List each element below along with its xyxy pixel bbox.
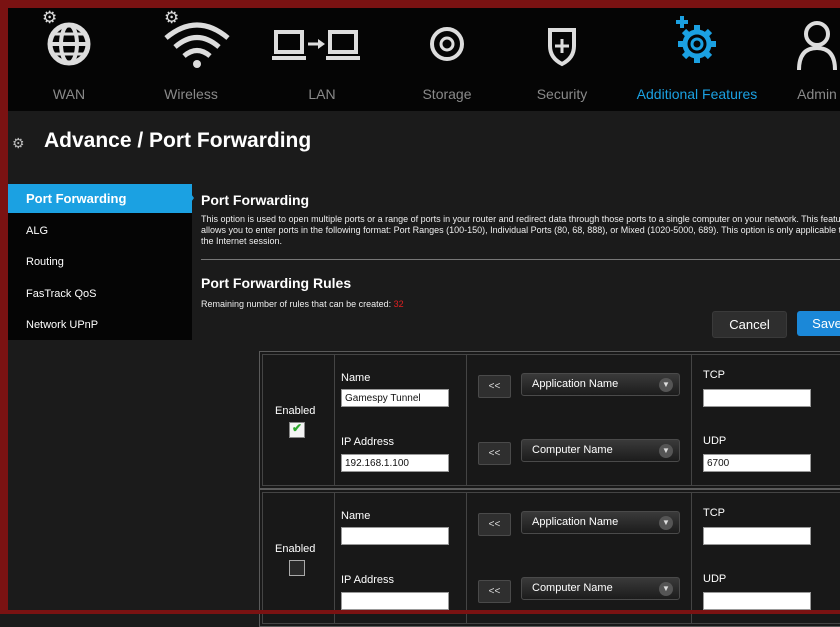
- nav-item-lan[interactable]: LAN: [252, 8, 392, 111]
- enabled-label: Enabled: [275, 543, 316, 555]
- computer-name-dropdown[interactable]: Computer Name ▼: [521, 577, 680, 600]
- nav-item-additional-features[interactable]: Additional Features: [622, 8, 772, 111]
- save-button[interactable]: Save: [797, 311, 840, 336]
- tcp-input[interactable]: [703, 527, 811, 545]
- checkmark-icon: ✔: [291, 421, 303, 435]
- column-divider: [691, 355, 692, 485]
- nav-item-storage[interactable]: Storage: [392, 8, 502, 111]
- copy-application-name-button[interactable]: <<: [478, 513, 511, 536]
- window-frame-top: [0, 0, 840, 8]
- remaining-rules-label: Remaining number of rules that can be cr…: [201, 299, 392, 309]
- nav-item-wireless[interactable]: ⚙ Wireless: [130, 8, 252, 111]
- ip-address-label: IP Address: [341, 574, 394, 586]
- section-description: This option is used to open multiple por…: [201, 214, 840, 246]
- tcp-label: TCP: [703, 369, 725, 381]
- application-name-dropdown[interactable]: Application Name ▼: [521, 373, 680, 396]
- nav-label-security: Security: [536, 86, 588, 102]
- settings-gear-icon: ⚙: [12, 135, 25, 151]
- page-title-bar: ⚙ Advance / Port Forwarding: [8, 111, 840, 171]
- window-frame-bottom: [0, 610, 840, 614]
- lan-icon: [252, 14, 392, 72]
- name-input[interactable]: [341, 527, 449, 545]
- tcp-label: TCP: [703, 507, 725, 519]
- sidebar-item-network-upnp[interactable]: Network UPnP: [8, 310, 192, 340]
- sidebar-item-label: Port Forwarding: [26, 191, 127, 206]
- storage-icon: [392, 14, 502, 72]
- sidebar-item-label: Network UPnP: [26, 319, 99, 331]
- ip-address-input[interactable]: [341, 592, 449, 610]
- copy-computer-name-button[interactable]: <<: [478, 580, 511, 603]
- nav-label-admin: Admin: [797, 86, 837, 102]
- person-icon: [772, 14, 840, 72]
- chevron-down-icon: ▼: [659, 378, 673, 392]
- nav-item-wan[interactable]: ⚙ WAN: [8, 8, 130, 111]
- sidebar-active-arrow: [184, 184, 194, 212]
- udp-input[interactable]: [703, 592, 811, 610]
- name-label: Name: [341, 510, 371, 522]
- rules-heading: Port Forwarding Rules: [201, 275, 352, 291]
- nav-label-additional-features: Additional Features: [636, 86, 758, 102]
- globe-icon: [8, 14, 130, 72]
- ip-address-input[interactable]: 192.168.1.100: [341, 454, 449, 472]
- name-input[interactable]: Gamespy Tunnel: [341, 389, 449, 407]
- sidebar-item-label: FasTrack QoS: [26, 288, 97, 300]
- small-gear-icon: ⚙: [164, 8, 180, 27]
- cancel-button[interactable]: Cancel: [712, 311, 787, 338]
- remaining-rules-count: 32: [393, 299, 404, 309]
- column-divider: [691, 493, 692, 623]
- application-name-dropdown[interactable]: Application Name ▼: [521, 511, 680, 534]
- section-heading: Port Forwarding: [201, 192, 310, 208]
- enabled-checkbox[interactable]: ✔: [289, 421, 305, 438]
- nav-label-storage: Storage: [422, 86, 472, 102]
- sidebar-item-fastrack-qos[interactable]: FasTrack QoS: [8, 279, 192, 309]
- enabled-label: Enabled: [275, 405, 316, 417]
- section-divider: [201, 259, 840, 260]
- sidebar-item-port-forwarding[interactable]: Port Forwarding: [8, 184, 192, 213]
- sidebar-item-label: ALG: [26, 225, 49, 237]
- window-frame-left: [0, 0, 8, 614]
- top-navigation: ⚙ WAN ⚙ Wireless LAN Storage Security Ad…: [8, 8, 840, 111]
- column-divider: [334, 355, 335, 485]
- remaining-rules-text: Remaining number of rules that can be cr…: [201, 299, 404, 309]
- gear-icon: [622, 14, 772, 72]
- udp-label: UDP: [703, 573, 727, 585]
- small-gear-icon: ⚙: [42, 8, 58, 27]
- sidebar-item-label: Routing: [26, 256, 64, 268]
- ip-address-label: IP Address: [341, 436, 394, 448]
- rule-inner-border: Enabled ✔ Name Gamespy Tunnel IP Address…: [262, 354, 840, 486]
- chevron-down-icon: ▼: [659, 582, 673, 596]
- nav-label-lan: LAN: [308, 86, 336, 102]
- chevron-down-icon: ▼: [659, 516, 673, 530]
- dropdown-value: Computer Name: [532, 444, 613, 456]
- udp-input[interactable]: 6700: [703, 454, 811, 472]
- rule-inner-border: Enabled Name IP Address << Application N…: [262, 492, 840, 624]
- name-label: Name: [341, 372, 371, 384]
- column-divider: [466, 493, 467, 623]
- nav-item-admin[interactable]: Admin: [772, 8, 840, 111]
- port-forwarding-rule: Enabled Name IP Address << Application N…: [259, 489, 840, 627]
- dropdown-value: Computer Name: [532, 582, 613, 594]
- dropdown-value: Application Name: [532, 516, 619, 528]
- nav-label-wireless: Wireless: [164, 86, 218, 102]
- tcp-input[interactable]: [703, 389, 811, 407]
- sidebar-item-routing[interactable]: Routing: [8, 247, 192, 277]
- copy-application-name-button[interactable]: <<: [478, 375, 511, 398]
- column-divider: [466, 355, 467, 485]
- copy-computer-name-button[interactable]: <<: [478, 442, 511, 465]
- sidebar: Port Forwarding ALG Routing FasTrack QoS…: [8, 184, 192, 340]
- computer-name-dropdown[interactable]: Computer Name ▼: [521, 439, 680, 462]
- wifi-icon: [130, 14, 252, 72]
- chevron-down-icon: ▼: [659, 444, 673, 458]
- port-forwarding-rule: Enabled ✔ Name Gamespy Tunnel IP Address…: [259, 351, 840, 489]
- nav-label-wan: WAN: [52, 86, 86, 102]
- enabled-checkbox[interactable]: [289, 560, 305, 576]
- column-divider: [334, 493, 335, 623]
- nav-item-security[interactable]: Security: [502, 8, 622, 111]
- sidebar-item-alg[interactable]: ALG: [8, 216, 192, 246]
- dropdown-value: Application Name: [532, 378, 619, 390]
- shield-icon: [502, 14, 622, 72]
- udp-label: UDP: [703, 435, 727, 447]
- page-title: Advance / Port Forwarding: [44, 129, 312, 152]
